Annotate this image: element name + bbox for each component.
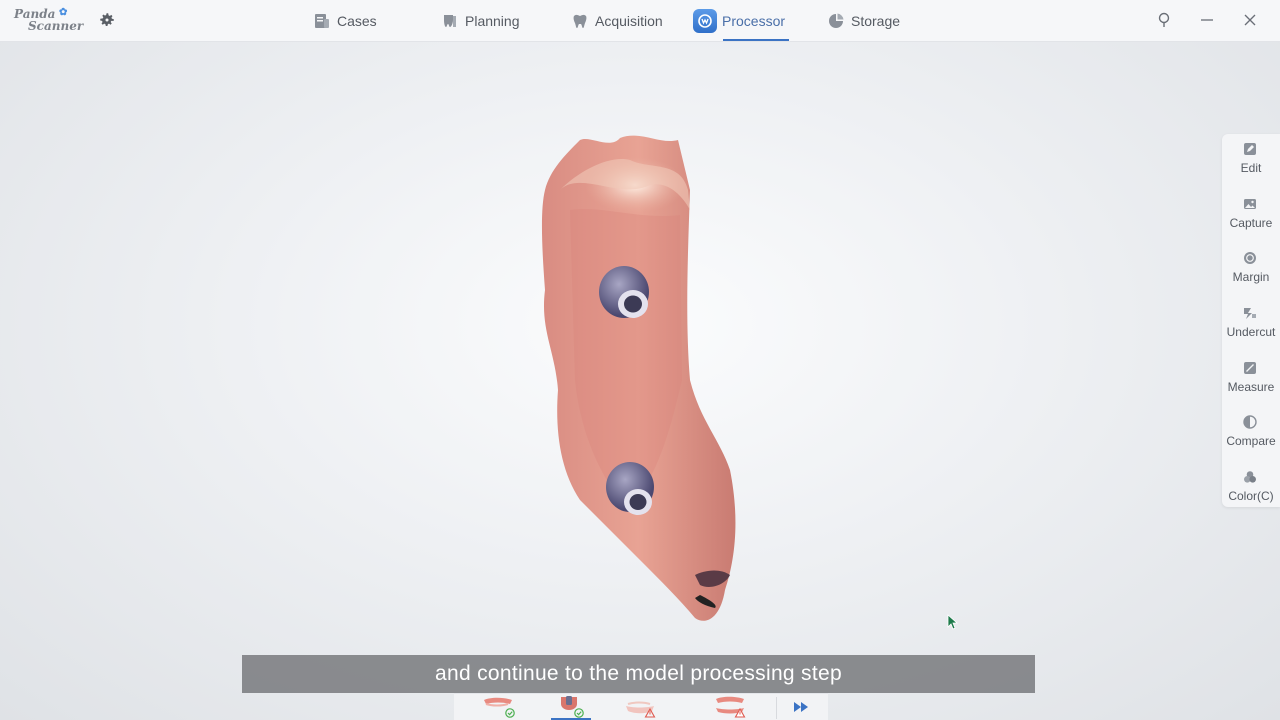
tool-margin[interactable]: Margin: [1222, 243, 1280, 298]
pie-chart-icon: [829, 13, 844, 28]
tooth-scan-icon: [573, 14, 587, 28]
processor-icon: [693, 9, 717, 33]
tab-acquisition-label: Acquisition: [595, 13, 663, 29]
tab-processor[interactable]: Processor: [693, 0, 790, 42]
tool-edit[interactable]: Edit: [1222, 134, 1280, 189]
tab-cases[interactable]: Cases: [314, 0, 377, 42]
tab-cases-label: Cases: [337, 13, 377, 29]
step-scan-body[interactable]: [551, 694, 591, 720]
step-upper-jaw[interactable]: [480, 694, 520, 720]
tab-storage-label: Storage: [851, 13, 901, 29]
active-tab-indicator: [723, 39, 790, 41]
tool-undercut-label: Undercut: [1226, 325, 1276, 339]
mouse-cursor: [947, 614, 959, 630]
tab-processor-label: Processor: [722, 13, 786, 29]
undercut-icon: [1244, 308, 1256, 319]
tool-measure-label: Measure: [1227, 380, 1275, 394]
tab-storage[interactable]: Storage: [828, 0, 900, 42]
close-icon[interactable]: [1241, 11, 1259, 29]
tool-margin-label: Margin: [1232, 270, 1270, 284]
scan-body-upper[interactable]: [599, 266, 649, 318]
measure-icon: [1244, 362, 1256, 374]
logo-text-line2: Scanner: [28, 19, 84, 33]
tool-capture-label: Capture: [1229, 216, 1273, 230]
margin-icon: [1244, 252, 1256, 264]
video-subtitle: and continue to the model processing ste…: [242, 655, 1035, 693]
tool-measure[interactable]: Measure: [1222, 353, 1280, 408]
tool-color[interactable]: Color(C): [1222, 462, 1280, 517]
title-bar: Panda ✿ Scanner Cases Planning Acquisiti…: [0, 0, 1280, 42]
tool-compare[interactable]: Compare: [1222, 407, 1280, 462]
step-lower-jaw[interactable]: [622, 694, 662, 720]
tab-planning-label: Planning: [465, 13, 520, 29]
scan-model-viewport[interactable]: [520, 130, 760, 630]
tool-undercut[interactable]: Undercut: [1222, 298, 1280, 353]
image-icon: [1244, 199, 1256, 209]
tool-panel: Edit Capture Margin Undercut Measure Com…: [1222, 134, 1280, 507]
edit-icon: [1244, 143, 1256, 155]
minimize-icon[interactable]: [1198, 11, 1216, 29]
tab-planning[interactable]: Planning: [442, 0, 520, 42]
app-logo: Panda ✿ Scanner: [14, 7, 84, 35]
tooth-plan-icon: [444, 15, 456, 27]
pin-icon[interactable]: [1155, 11, 1173, 29]
tool-compare-label: Compare: [1226, 434, 1276, 448]
color-icon: [1244, 471, 1256, 483]
tool-color-label: Color(C): [1228, 489, 1274, 503]
fast-forward-icon[interactable]: [786, 694, 826, 720]
gear-icon[interactable]: [98, 11, 116, 29]
tab-acquisition[interactable]: Acquisition: [572, 0, 663, 42]
tool-capture[interactable]: Capture: [1222, 189, 1280, 244]
step-bite[interactable]: [712, 694, 752, 720]
paw-icon: ✿: [59, 7, 68, 18]
tool-edit-label: Edit: [1240, 161, 1262, 175]
step-divider: [776, 697, 777, 719]
cases-icon: [315, 14, 329, 28]
step-bar: [454, 693, 828, 720]
compare-icon: [1243, 415, 1257, 429]
